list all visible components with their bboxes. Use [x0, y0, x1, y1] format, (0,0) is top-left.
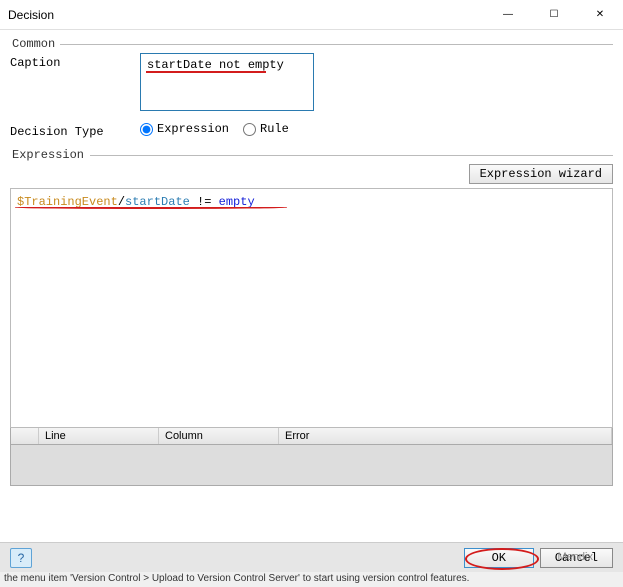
annotation-underline: [15, 206, 287, 209]
cancel-button[interactable]: Cancel: [540, 548, 613, 568]
help-button[interactable]: ?: [10, 548, 32, 568]
radio-expression[interactable]: Expression: [140, 122, 229, 136]
col-icon[interactable]: [11, 428, 39, 444]
col-error[interactable]: Error: [279, 428, 612, 444]
window-title: Decision: [8, 8, 485, 22]
col-line[interactable]: Line: [39, 428, 159, 444]
common-legend: Common: [10, 37, 57, 51]
radio-expression-input[interactable]: [140, 123, 153, 136]
ok-button[interactable]: OK: [464, 548, 534, 568]
expression-legend: Expression: [10, 148, 86, 162]
col-column[interactable]: Column: [159, 428, 279, 444]
window-controls: — ☐ ✕: [485, 0, 623, 29]
error-table-header: Line Column Error: [11, 428, 612, 445]
radio-expression-label: Expression: [157, 122, 229, 136]
decision-type-label: Decision Type: [10, 122, 140, 139]
error-table: Line Column Error: [10, 428, 613, 486]
annotation-underline: [146, 71, 266, 73]
caption-label: Caption: [10, 53, 140, 70]
radio-rule[interactable]: Rule: [243, 122, 289, 136]
titlebar: Decision — ☐ ✕: [0, 0, 623, 30]
radio-rule-input[interactable]: [243, 123, 256, 136]
statusbar: the menu item 'Version Control > Upload …: [0, 572, 623, 587]
bottom-toolbar: ? OK Cancel: [0, 542, 623, 572]
common-section: Common Caption Decision Type Expression …: [10, 36, 613, 139]
expression-section: Expression Expression wizard $TrainingEv…: [10, 147, 613, 486]
help-icon: ?: [18, 551, 25, 565]
radio-rule-label: Rule: [260, 122, 289, 136]
maximize-button[interactable]: ☐: [531, 0, 577, 29]
minimize-button[interactable]: —: [485, 0, 531, 29]
expression-wizard-button[interactable]: Expression wizard: [469, 164, 613, 184]
expression-editor[interactable]: $TrainingEvent/startDate != empty: [10, 188, 613, 428]
error-table-body: [11, 445, 612, 485]
close-button[interactable]: ✕: [577, 0, 623, 29]
caption-input[interactable]: [140, 53, 314, 111]
